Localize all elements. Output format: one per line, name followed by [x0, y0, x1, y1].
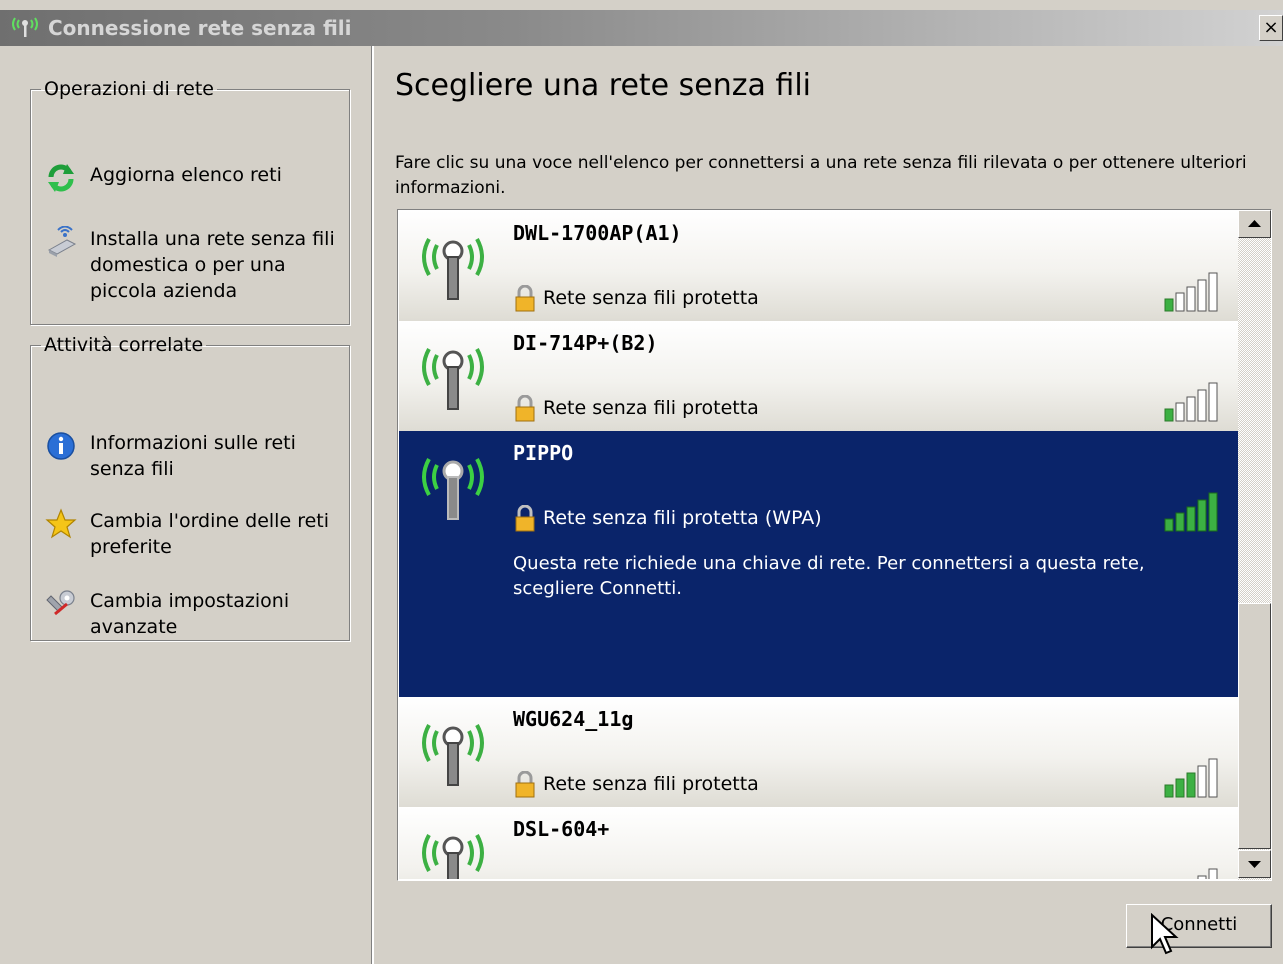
network-ssid: DI-714P+(B2)	[513, 331, 658, 355]
mouse-cursor-icon	[1150, 912, 1180, 961]
wireless-connection-window: Connessione rete senza fili × Operazioni…	[0, 0, 1283, 964]
network-item[interactable]: DSL-604+	[399, 807, 1238, 879]
network-item[interactable]: DI-714P+(B2) Rete senza fili protetta	[399, 321, 1238, 431]
task-pane: Operazioni di rete Aggiorna elenco reti	[8, 46, 374, 964]
window-title: Connessione rete senza fili	[48, 16, 352, 40]
task-label: Aggiorna elenco reti	[90, 164, 282, 186]
related-tasks-group: Attività correlate Informazioni sulle re…	[30, 334, 350, 641]
lock-icon	[513, 504, 537, 537]
security-label: Rete senza fili protetta	[543, 287, 759, 309]
network-ssid: WGU624_11g	[513, 707, 634, 731]
info-icon	[45, 430, 77, 462]
task-label: Installa una rete senza fili domestica o…	[90, 228, 335, 302]
lock-icon	[513, 394, 537, 427]
lock-icon	[513, 770, 537, 803]
network-ssid: PIPPO	[513, 441, 574, 465]
refresh-network-list-link[interactable]: Aggiorna elenco reti	[45, 162, 345, 202]
advanced-settings-link[interactable]: Cambia impostazioni avanzate	[45, 588, 345, 644]
star-icon	[45, 508, 77, 540]
refresh-icon	[45, 162, 77, 194]
network-description: Questa rete richiede una chiave di rete.…	[513, 553, 1145, 599]
security-label: Rete senza fili protetta (WPA)	[543, 507, 822, 529]
security-label: Rete senza fili protetta	[543, 773, 759, 795]
advanced-settings-icon	[45, 588, 77, 620]
wireless-setup-icon	[45, 225, 77, 258]
close-button[interactable]: ×	[1259, 15, 1283, 41]
vertical-scrollbar[interactable]	[1238, 210, 1271, 880]
wireless-antenna-icon	[415, 713, 491, 793]
network-item-selected[interactable]: PIPPO Rete senza fili protetta (WPA) Que…	[399, 431, 1238, 697]
signal-strength-icon	[1164, 491, 1224, 537]
task-label: Cambia impostazioni avanzate	[90, 590, 290, 638]
signal-strength-icon	[1164, 271, 1224, 317]
wireless-info-link[interactable]: Informazioni sulle reti senza fili	[45, 430, 345, 486]
scroll-up-button[interactable]	[1238, 210, 1271, 238]
related-tasks-title: Attività correlate	[44, 334, 204, 356]
task-label: Informazioni sulle reti senza fili	[90, 432, 296, 480]
network-ssid: DSL-604+	[513, 817, 610, 841]
lock-icon	[513, 284, 537, 317]
setup-wireless-network-link[interactable]: Installa una rete senza fili domestica o…	[45, 225, 345, 306]
signal-strength-icon	[1164, 867, 1224, 879]
instructions-text: Fare clic su una voce nell'elenco per co…	[395, 153, 1247, 198]
security-label: Rete senza fili protetta	[543, 397, 759, 419]
wireless-antenna-icon	[415, 447, 491, 527]
scroll-thumb[interactable]	[1238, 603, 1271, 849]
title-bar[interactable]: Connessione rete senza fili ×	[0, 10, 1283, 46]
wireless-antenna-icon	[415, 823, 491, 879]
connect-button[interactable]: Connetti	[1126, 904, 1272, 948]
wireless-network-icon	[10, 14, 46, 44]
arrow-up-icon	[1248, 220, 1261, 227]
change-network-order-link[interactable]: Cambia l'ordine delle reti preferite	[45, 508, 345, 564]
signal-strength-icon	[1164, 381, 1224, 427]
arrow-down-icon	[1248, 861, 1261, 868]
network-tasks-title: Operazioni di rete	[44, 78, 214, 100]
scroll-down-button[interactable]	[1238, 850, 1271, 878]
network-list[interactable]: DWL-1700AP(A1) Rete senza fili protetta	[397, 209, 1272, 881]
wireless-antenna-icon	[415, 227, 491, 307]
network-tasks-group: Operazioni di rete Aggiorna elenco reti	[30, 78, 350, 325]
page-title: Scegliere una rete senza fili	[395, 68, 812, 103]
wireless-antenna-icon	[415, 337, 491, 417]
network-ssid: DWL-1700AP(A1)	[513, 221, 682, 245]
signal-strength-icon	[1164, 757, 1224, 803]
network-item[interactable]: WGU624_11g Rete senza fili protetta	[399, 697, 1238, 807]
network-item[interactable]: DWL-1700AP(A1) Rete senza fili protetta	[399, 211, 1238, 321]
main-pane: Scegliere una rete senza fili Fare clic …	[377, 46, 1283, 964]
task-label: Cambia l'ordine delle reti preferite	[90, 510, 330, 558]
